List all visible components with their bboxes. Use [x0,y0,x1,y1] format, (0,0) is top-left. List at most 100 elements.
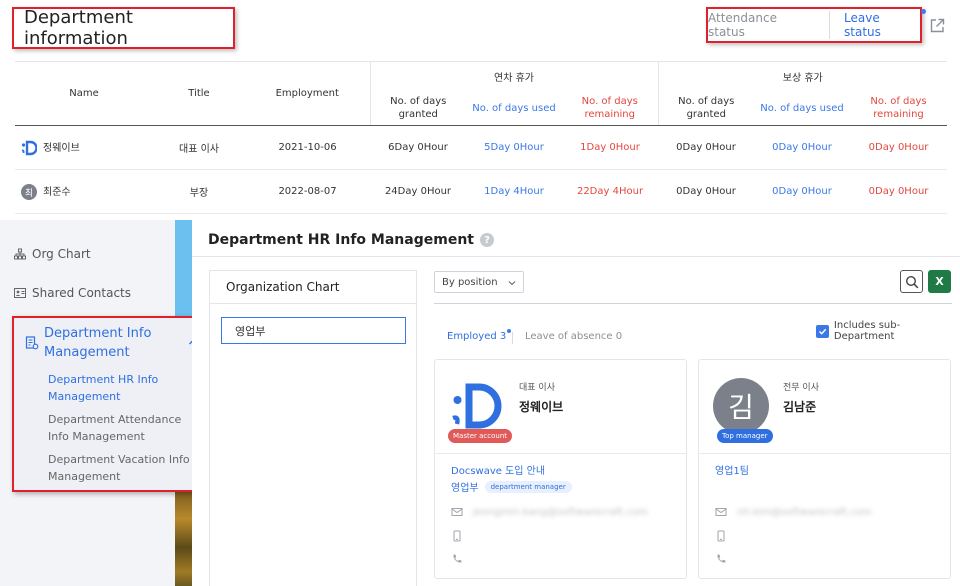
divider [435,453,686,454]
divider [434,303,952,304]
org-chart-icon [14,248,26,260]
leave-status-link[interactable]: Leave status [830,9,926,39]
mail-icon [715,508,727,516]
comp-used-cell: 0Day 0Hour [754,125,851,170]
mail-icon [451,508,463,516]
mobile-icon [453,530,461,542]
col-header-annual-granted: No. of days granted [369,91,466,126]
team-link[interactable]: 영업1팀 [715,462,749,477]
new-indicator-dot [507,329,512,333]
tab-leave-of-absence[interactable]: Leave of absence 0 [525,331,622,342]
attendance-status-link[interactable]: Attendance status [708,11,831,39]
employee-title: 대표 이사 [519,383,555,393]
avatar-initial: 김 [728,391,754,424]
excel-icon: X [935,275,944,288]
col-header-comp-remaining: No. of days remaining [850,91,948,126]
col-header-name: Name [15,61,153,126]
tab-employed[interactable]: Employed 3 [447,329,512,342]
docswave-logo-icon [21,140,37,156]
page-title: Department information [24,7,133,49]
department-info-header: Department information [12,7,235,49]
main-content: Department HR Info Management ? Organiza… [192,220,960,586]
chevron-down-icon [508,281,516,286]
org-node-selected[interactable]: 영업부 [221,317,406,344]
department-info-panel: Department information Attendance status… [0,0,960,220]
title-cell: 부장 [153,169,245,214]
comp-granted-cell: 0Day 0Hour [658,169,755,214]
top-manager-badge: Top manager [717,429,773,443]
section-title: Department HR Info Management ? [208,232,494,248]
comp-granted-cell: 0Day 0Hour [658,125,755,170]
sidebar-item-label: Org Chart [32,247,91,261]
new-indicator-dot [921,9,926,14]
team-link[interactable]: Docswave 도입 안내 [451,462,545,477]
annual-remaining-cell: 22Day 4Hour [562,169,659,214]
department-manager-badge: department manager [484,480,572,493]
department-name: 영업부 [451,483,479,494]
col-group-annual-leave: 연차 휴가 [369,61,659,92]
col-header-annual-used: No. of days used [466,91,562,126]
section-title-text: Department HR Info Management [208,232,474,248]
annual-remaining-cell: 1Day 0Hour [562,125,659,170]
employee-name: 김남준 [783,400,817,414]
sidebar-subitem-hr-info[interactable]: Department HR Info Management [48,371,198,405]
sidebar-item-shared-contacts[interactable]: Shared Contacts [14,286,131,300]
employee-name: 정웨이브 [519,400,564,414]
department-icon [25,336,39,350]
sidebar-group-label: Department Info Management [44,326,152,360]
annual-granted-cell: 6Day 0Hour [370,125,466,170]
avatar [449,378,505,434]
sidebar-item-org-chart[interactable]: Org Chart [14,247,91,261]
employee-card[interactable]: Master account 대표 이사 정웨이브 Docswave 도입 안내… [434,359,687,579]
avatar: 최 [21,184,37,200]
leave-table: Name Title Employment 연차 휴가 보상 휴가 No. of… [15,61,948,214]
employee-title: 전무 이사 [783,383,819,393]
sidebar-item-department-info-management[interactable]: Department Info Management Department HR… [12,316,212,492]
col-header-title: Title [153,61,245,126]
leave-status-label: Leave status [844,11,881,39]
annual-used-cell: 1Day 4Hour [466,169,562,214]
status-links: Attendance status Leave status [706,7,926,43]
phone-row [451,553,473,565]
sidebar-subitem-vacation-info[interactable]: Department Vacation Info Management [48,451,198,485]
annual-granted-cell: 24Day 0Hour [370,169,466,214]
col-header-comp-used: No. of days used [754,91,851,126]
table-row[interactable]: 최 최준수 부장 2022-08-07 24Day 0Hour 1Day 4Hou… [15,169,948,214]
email-row: jeongmin.kang@softwarecraft.com [451,506,648,518]
contacts-icon [14,288,26,298]
employee-card[interactable]: 김 Top manager 전무 이사 김남준 영업1팀 nh.kim@soft… [698,359,951,579]
table-row[interactable]: 정웨이브 대표 이사 2021-10-06 6Day 0Hour 5Day 0H… [15,125,948,170]
divider [192,256,960,257]
email-row: nh.kim@softwarecraft.com [715,506,872,518]
checkbox-label: Includes sub-Department [833,320,901,342]
tab-label: Employed 3 [447,331,507,342]
position-filter-select[interactable]: By position [434,271,524,293]
col-header-comp-granted: No. of days granted [657,91,755,126]
sidebar-subitem-attendance-info[interactable]: Department Attendance Info Management [48,411,198,445]
employee-name: 최준수 [43,187,71,198]
mobile-icon [717,530,725,542]
external-link-icon[interactable] [929,18,945,34]
col-header-annual-remaining: No. of days remaining [562,91,659,126]
phone-icon [717,554,726,563]
divider [699,453,950,454]
search-button[interactable] [900,270,923,293]
col-group-comp-leave: 보상 휴가 [657,61,948,92]
employment-cell: 2021-10-06 [245,125,370,170]
annual-used-cell: 5Day 0Hour [466,125,562,170]
employment-cell: 2022-08-07 [245,169,370,214]
excel-download-button[interactable]: X [928,270,951,293]
mobile-row [451,530,473,542]
email-value: nh.kim@softwarecraft.com [737,506,872,518]
phone-row [715,553,737,565]
includes-sub-department-checkbox[interactable]: Includes sub-Department [816,320,960,342]
department-info: 영업부 department manager [451,479,572,494]
phone-icon [453,554,462,563]
checkbox-checked-icon [816,324,829,338]
help-icon[interactable]: ? [479,233,494,247]
name-cell: 최 최준수 [15,169,153,214]
docswave-logo-icon [449,378,505,434]
comp-remaining-cell: 0Day 0Hour [850,125,948,170]
title-cell: 대표 이사 [153,125,245,170]
col-header-employment: Employment [245,61,370,126]
